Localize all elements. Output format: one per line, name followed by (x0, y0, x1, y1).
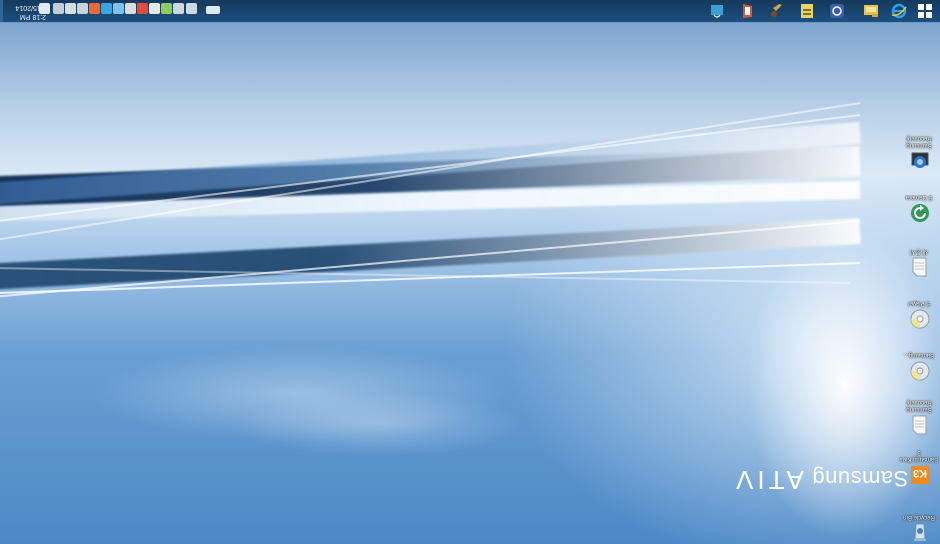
cd-icon (909, 360, 931, 382)
taskbar-media-player[interactable] (826, 2, 848, 20)
media-player-icon (830, 4, 844, 18)
svg-text:K3: K3 (913, 467, 927, 479)
taskbar-clock[interactable]: 2:18 PM 12/15/2014 (4, 3, 62, 21)
internet-explorer-icon (891, 3, 907, 19)
store-icon (711, 5, 723, 18)
ime-icon[interactable] (77, 3, 88, 14)
desktop-screen: Samsung ATIV Recycle Bin K3 Samsung Kies … (0, 0, 940, 544)
office-icon (743, 4, 752, 18)
clock-date: 12/15/2014 (15, 4, 51, 11)
document-icon (909, 414, 931, 436)
desktop-icon-recovery-box[interactable]: Samsung Recovery (898, 124, 940, 172)
skype-icon[interactable] (101, 3, 112, 14)
desktop-icon-label: Samsung... (903, 352, 935, 358)
clock-time: 2:18 PM (19, 13, 47, 20)
taskbar-file-explorer[interactable] (860, 2, 882, 20)
sync-icon[interactable] (65, 3, 76, 14)
desktop-icon-label: Samsung Kies 3 (899, 449, 939, 462)
taskbar-internet-explorer[interactable] (888, 2, 910, 20)
desktop-icon-recovery-doc[interactable]: Samsung Recovery (898, 388, 940, 436)
taskbar-office[interactable] (736, 2, 758, 20)
tool-icon (771, 4, 782, 17)
desktop-icon-samsung-cd[interactable]: Samsung... (898, 334, 940, 382)
update-icon[interactable] (89, 3, 100, 14)
recycle-bin-icon (909, 522, 931, 544)
keyboard-icon[interactable] (206, 6, 220, 14)
brand-model: ATIV (732, 465, 804, 495)
desktop-icon-new-doc[interactable]: 새 문서 (898, 230, 940, 278)
cloud-icon[interactable] (113, 3, 124, 14)
desktop-icon-s-player[interactable]: S Player (898, 282, 940, 330)
desktop-icon-label: Samsung Recovery (906, 399, 932, 412)
desktop-icon-kies[interactable]: K3 Samsung Kies 3 (898, 438, 940, 486)
kies-icon: K3 (909, 464, 931, 486)
show-desktop-button[interactable] (0, 0, 3, 22)
camera-box-icon (909, 150, 931, 172)
document-icon (909, 256, 931, 278)
file-explorer-icon (864, 5, 878, 17)
flag-icon[interactable] (137, 3, 148, 14)
windows-start-icon (918, 4, 932, 18)
desktop-icon-label: S Player (907, 300, 931, 306)
battery-icon[interactable] (161, 3, 172, 14)
desktop-icon-recycle-bin[interactable]: Recycle Bin (898, 496, 940, 544)
cd-icon (909, 308, 931, 330)
network-icon[interactable] (186, 3, 197, 14)
notes-icon (801, 4, 813, 18)
taskbar: 2:18 PM 12/15/2014 (0, 0, 940, 23)
taskbar-notes[interactable] (796, 2, 818, 20)
refresh-green-icon (909, 202, 931, 224)
desktop-icon-label: Samsung Recovery (906, 135, 932, 148)
brand-name: Samsung (811, 466, 909, 491)
security-icon[interactable] (149, 3, 160, 14)
taskbar-tool[interactable] (766, 2, 788, 20)
desktop-icon-label: 새 문서 (909, 248, 929, 254)
desktop-icon-s-camera[interactable]: S Camera (898, 176, 940, 224)
volume-icon[interactable] (173, 3, 184, 14)
taskbar-store[interactable] (706, 2, 728, 20)
bluetooth-icon[interactable] (125, 3, 136, 14)
desktop-icon-label: Recycle Bin (903, 514, 935, 520)
brand-logo: Samsung ATIV (732, 464, 908, 495)
desktop-icon-label: S Camera (905, 194, 933, 200)
start-button[interactable] (914, 2, 936, 20)
